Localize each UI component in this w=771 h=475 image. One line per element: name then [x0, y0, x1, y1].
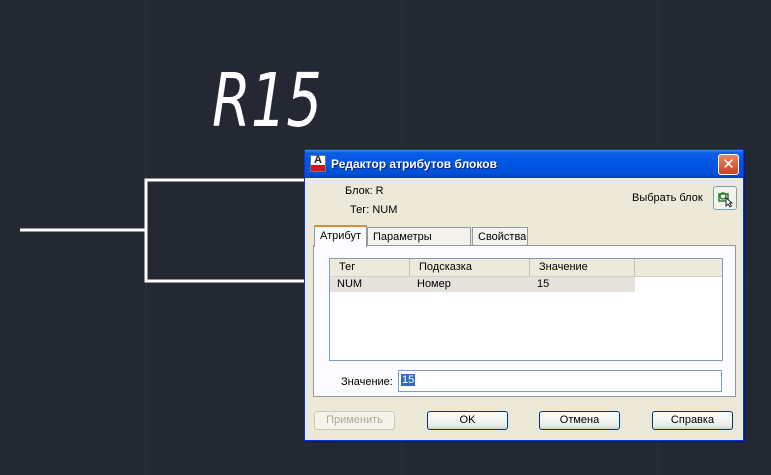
block-name-label: Блок: R — [345, 185, 384, 197]
row-tag-cell: NUM — [337, 278, 363, 290]
attribute-list[interactable]: Тег Подсказка Значение NUM Номер 15 — [329, 258, 723, 361]
close-button[interactable]: ✕ — [718, 154, 739, 175]
tab-properties[interactable]: Свойства — [472, 227, 528, 246]
table-row[interactable]: NUM Номер 15 — [330, 277, 635, 292]
close-icon: ✕ — [722, 155, 735, 173]
tag-name-label: Тег: NUM — [350, 204, 398, 216]
value-input[interactable]: 15 — [398, 370, 722, 392]
tab-text-options[interactable]: Параметры текста — [367, 227, 471, 255]
ok-button[interactable]: OK — [427, 411, 508, 430]
row-prompt-cell: Номер — [417, 278, 451, 290]
apply-button[interactable]: Применить — [314, 411, 395, 430]
tab-attribute[interactable]: Атрибут — [314, 225, 367, 247]
dimension-text[interactable]: R15 — [212, 58, 322, 144]
help-button[interactable]: Справка — [652, 411, 733, 430]
select-block-button[interactable] — [713, 186, 737, 210]
row-value-cell: 15 — [537, 278, 550, 290]
value-input-text: 15 — [401, 374, 416, 386]
column-header-value[interactable]: Значение — [530, 259, 635, 276]
value-label: Значение: — [341, 376, 393, 388]
select-block-label: Выбрать блок — [632, 192, 703, 204]
autocad-app-icon: A — [310, 154, 326, 172]
block-attribute-editor-dialog: A Редактор атрибутов блоков ✕ Блок: R Те… — [304, 149, 744, 441]
block-geometry[interactable] — [20, 178, 304, 283]
cancel-button[interactable]: Отмена — [539, 411, 620, 430]
attribute-list-header: Тег Подсказка Значение — [330, 259, 722, 277]
column-header-tag[interactable]: Тег — [330, 259, 410, 276]
dialog-titlebar[interactable]: A Редактор атрибутов блоков ✕ — [305, 150, 743, 178]
dialog-title: Редактор атрибутов блоков — [331, 157, 497, 171]
column-header-prompt[interactable]: Подсказка — [410, 259, 530, 276]
pick-block-icon — [718, 192, 734, 208]
